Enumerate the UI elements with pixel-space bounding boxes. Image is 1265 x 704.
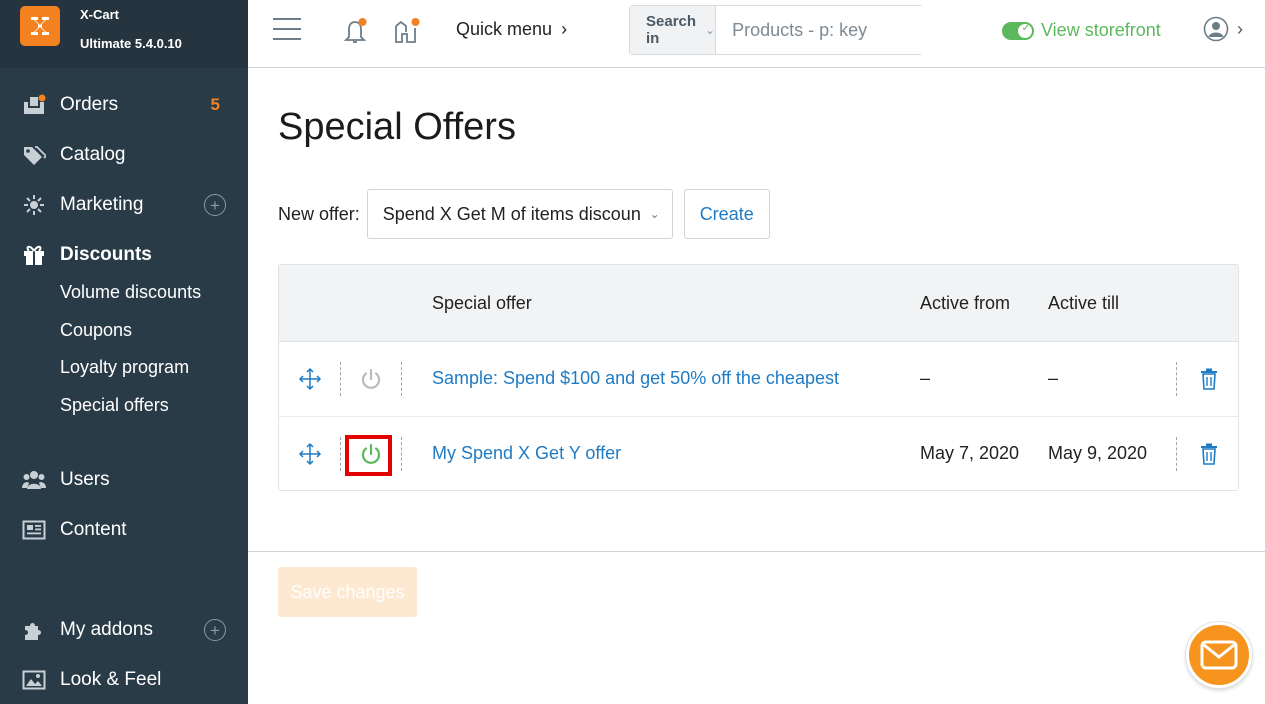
top-bar: Quick menu › Search in ⌄ ✓ View storefro…: [248, 0, 1265, 68]
table-row: My Spend X Get Y offer May 7, 2020 May 9…: [279, 417, 1238, 492]
active-from-value: –: [920, 368, 931, 388]
view-storefront-toggle[interactable]: ✓ View storefront: [1002, 20, 1161, 41]
sidebar-item-my-addons[interactable]: My addons +: [0, 610, 248, 650]
orders-icon: [22, 93, 46, 117]
power-toggle-icon[interactable]: [359, 367, 383, 391]
active-till-value: May 9, 2020: [1048, 443, 1148, 463]
search-input[interactable]: [716, 6, 965, 54]
table-row: Sample: Spend $100 and get 50% off the c…: [279, 342, 1238, 417]
sidebar-item-catalog[interactable]: Catalog: [0, 135, 248, 175]
sidebar-item-label: Look & Feel: [60, 669, 162, 690]
marketing-icon: [22, 193, 46, 217]
divider: [340, 437, 341, 471]
sidebar-item-label: My addons: [60, 619, 153, 640]
puzzle-icon: [22, 618, 46, 642]
search-box: Search in ⌄: [629, 5, 965, 55]
quick-menu-label: Quick menu: [456, 19, 553, 39]
add-addon-icon[interactable]: +: [204, 619, 226, 641]
move-handle-icon[interactable]: [298, 367, 322, 391]
sidebar-item-label: Marketing: [60, 194, 144, 215]
add-marketing-icon[interactable]: +: [204, 194, 226, 216]
gift-icon: [22, 243, 46, 267]
sidebar-item-label: Discounts: [60, 244, 152, 265]
sidebar-item-label: Content: [60, 519, 127, 540]
table-header: Special offer Active from Active till: [279, 265, 1238, 342]
quick-menu[interactable]: Quick menu ›: [456, 19, 567, 40]
sidebar-subitem-special-offers[interactable]: Special offers: [60, 395, 169, 416]
sidebar-item-discounts[interactable]: Discounts: [0, 235, 248, 275]
chevron-right-icon: ›: [1237, 18, 1243, 39]
notifications-bell-icon[interactable]: [341, 16, 371, 46]
sidebar-subitem-coupons[interactable]: Coupons: [60, 320, 132, 341]
chevron-down-icon: ⌄: [649, 207, 660, 221]
users-icon: [22, 468, 46, 492]
xcart-logo-icon: [20, 6, 60, 46]
sidebar-item-label: Catalog: [60, 144, 126, 165]
user-avatar-icon: [1203, 16, 1229, 42]
sidebar-subitem-volume-discounts[interactable]: Volume discounts: [60, 282, 201, 303]
sidebar-item-users[interactable]: Users: [0, 460, 248, 500]
divider: [1176, 437, 1177, 471]
sidebar-item-label: Orders: [60, 94, 119, 115]
hamburger-menu-icon[interactable]: [273, 18, 301, 42]
column-header-active-till[interactable]: Active till: [1048, 293, 1119, 314]
marketplace-icon[interactable]: [393, 16, 423, 46]
brand-version: Ultimate 5.4.0.10: [80, 36, 182, 51]
mail-icon: [1200, 640, 1238, 670]
active-till-value: –: [1048, 368, 1059, 388]
offer-name-link[interactable]: My Spend X Get Y offer: [432, 443, 621, 464]
trash-icon[interactable]: [1198, 442, 1220, 466]
new-offer-label: New offer:: [278, 203, 360, 224]
offer-type-value: Spend X Get M of items discoun: [382, 203, 641, 224]
brand-name: X-Cart: [80, 7, 120, 22]
chat-button[interactable]: [1186, 622, 1252, 688]
brand[interactable]: X-Cart Ultimate 5.4.0.10: [0, 0, 248, 68]
sidebar-item-orders[interactable]: Orders 5: [0, 85, 248, 125]
sidebar-subitem-loyalty-program[interactable]: Loyalty program: [60, 357, 189, 378]
search-in-label: Search in: [646, 13, 697, 47]
divider: [340, 362, 341, 396]
trash-icon[interactable]: [1198, 367, 1220, 391]
column-header-special-offer[interactable]: Special offer: [432, 293, 532, 314]
storefront-toggle-switch[interactable]: ✓: [1002, 21, 1034, 40]
view-storefront-label: View storefront: [1041, 20, 1161, 40]
orders-count-badge: 5: [210, 95, 220, 114]
divider: [401, 437, 402, 471]
sidebar-item-marketing[interactable]: Marketing +: [0, 185, 248, 225]
offer-name-link[interactable]: Sample: Spend $100 and get 50% off the c…: [432, 368, 839, 389]
save-changes-button[interactable]: Save changes: [278, 567, 417, 617]
sidebar-item-label: Users: [60, 469, 110, 490]
sidebar-item-look-and-feel[interactable]: Look & Feel: [0, 660, 248, 700]
tag-icon: [22, 143, 46, 167]
page-title: Special Offers: [278, 106, 516, 148]
footer-divider: [248, 551, 1265, 552]
special-offers-table: Special offer Active from Active till Sa…: [278, 264, 1239, 491]
move-handle-icon[interactable]: [298, 442, 322, 466]
new-offer-form: New offer: Spend X Get M of items discou…: [278, 189, 770, 239]
divider: [401, 362, 402, 396]
offer-type-select[interactable]: Spend X Get M of items discoun ⌄: [366, 189, 673, 239]
chevron-down-icon: ⌄: [705, 23, 716, 37]
user-menu[interactable]: ›: [1203, 16, 1243, 42]
power-toggle-icon[interactable]: [359, 442, 383, 466]
search-in-dropdown[interactable]: Search in ⌄: [630, 6, 717, 54]
create-button[interactable]: Create: [683, 189, 770, 239]
divider: [1176, 362, 1177, 396]
column-header-active-from[interactable]: Active from: [920, 293, 1010, 314]
sidebar: X-Cart Ultimate 5.4.0.10 Orders 5 Catalo…: [0, 0, 248, 704]
chevron-right-icon: ›: [561, 19, 568, 39]
image-icon: [22, 668, 46, 692]
active-from-value: May 7, 2020: [920, 443, 1020, 463]
content-icon: [22, 518, 46, 542]
sidebar-item-content[interactable]: Content: [0, 510, 248, 550]
